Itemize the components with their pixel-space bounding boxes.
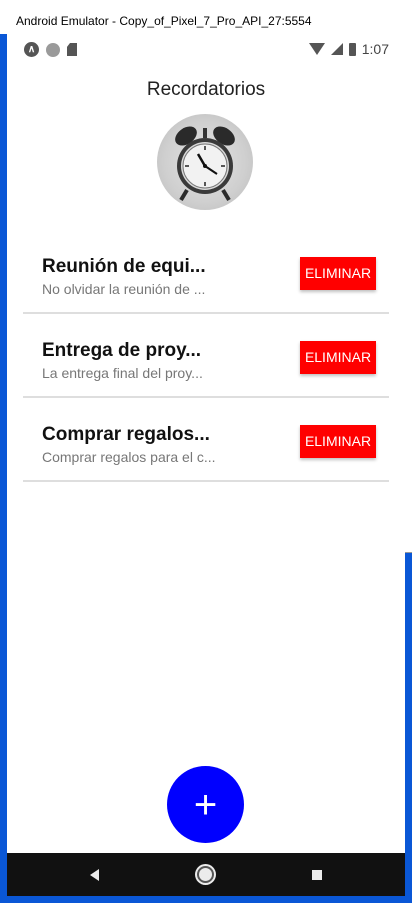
status-bar: ∧ 1:07 bbox=[7, 34, 405, 64]
app-a-icon: ∧ bbox=[24, 42, 39, 57]
delete-button[interactable]: ELIMINAR bbox=[300, 341, 376, 374]
emulator-window: Android Emulator - Copy_of_Pixel_7_Pro_A… bbox=[0, 0, 412, 903]
reminders-list: Reunión de equi... No olvidar la reunión… bbox=[23, 230, 389, 482]
window-titlebar: Android Emulator - Copy_of_Pixel_7_Pro_A… bbox=[0, 0, 412, 34]
alarm-clock-icon bbox=[157, 114, 253, 210]
reminder-subtitle: La entrega final del proy... bbox=[42, 365, 203, 381]
status-bar-notifications: ∧ bbox=[24, 42, 77, 57]
device-screen: ∧ 1:07 Recordatorios Reunión de equi... … bbox=[7, 34, 405, 896]
home-icon[interactable] bbox=[197, 866, 214, 883]
navigation-bar bbox=[7, 853, 405, 896]
signal-icon bbox=[330, 43, 343, 55]
side-panel-divider bbox=[405, 552, 412, 553]
reminder-title: Reunión de equi... bbox=[42, 256, 206, 277]
wifi-icon bbox=[308, 43, 325, 55]
status-bar-system: 1:07 bbox=[308, 41, 389, 57]
sd-card-icon bbox=[67, 43, 77, 56]
plus-icon: + bbox=[193, 782, 218, 827]
reminder-subtitle: No olvidar la reunión de ... bbox=[42, 281, 206, 297]
delete-button[interactable]: ELIMINAR bbox=[300, 425, 376, 458]
circle-icon bbox=[46, 42, 60, 57]
list-item[interactable]: Entrega de proy... La entrega final del … bbox=[23, 314, 389, 398]
recents-icon[interactable] bbox=[312, 870, 322, 880]
list-item[interactable]: Comprar regalos... Comprar regalos para … bbox=[23, 398, 389, 482]
window-title: Android Emulator - Copy_of_Pixel_7_Pro_A… bbox=[16, 14, 312, 28]
add-reminder-button[interactable]: + bbox=[167, 766, 244, 843]
reminder-title: Comprar regalos... bbox=[42, 424, 210, 445]
page-title: Recordatorios bbox=[146, 79, 266, 100]
reminder-title: Entrega de proy... bbox=[42, 340, 202, 361]
list-item[interactable]: Reunión de equi... No olvidar la reunión… bbox=[23, 230, 389, 314]
alarm-clock-graphic bbox=[175, 126, 235, 202]
battery-icon bbox=[348, 42, 356, 56]
reminder-subtitle: Comprar regalos para el c... bbox=[42, 449, 216, 465]
side-panel bbox=[405, 34, 412, 552]
delete-button[interactable]: ELIMINAR bbox=[300, 257, 376, 290]
back-icon[interactable] bbox=[90, 869, 99, 881]
status-time: 1:07 bbox=[361, 41, 389, 57]
